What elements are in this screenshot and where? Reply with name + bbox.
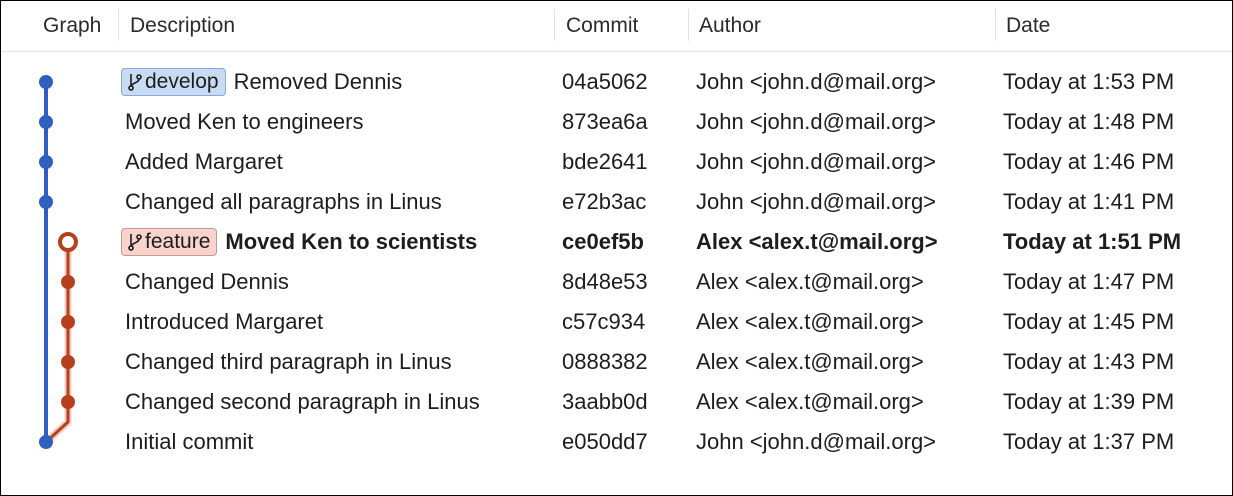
commit-description: Changed all paragraphs in Linus <box>125 182 442 222</box>
column-divider[interactable] <box>688 9 689 41</box>
column-divider[interactable] <box>554 9 555 41</box>
commit-row[interactable]: Changed third paragraph in Linus 0888382 A… <box>1 342 1232 382</box>
commit-author: Alex <alex.t@mail.org> <box>696 229 938 254</box>
commit-description: Added Margaret <box>125 142 283 182</box>
commit-row[interactable]: Introduced Margaret c57c934 Alex <alex.t@m… <box>1 302 1232 342</box>
commit-description: Moved Ken to engineers <box>125 102 364 142</box>
branch-badge-develop[interactable]: develop <box>121 68 226 96</box>
commit-date: Today at 1:47 PM <box>1003 269 1175 294</box>
commit-row[interactable]: Moved Ken to engineers 873ea6a John <john.… <box>1 102 1232 142</box>
column-header-date[interactable]: Date <box>1006 1 1050 51</box>
column-header-author[interactable]: Author <box>699 1 761 51</box>
commit-author: Alex <alex.t@mail.org> <box>696 349 924 374</box>
commit-description: Changed Dennis <box>125 262 289 302</box>
commit-date: Today at 1:37 PM <box>1003 429 1175 454</box>
commit-date: Today at 1:43 PM <box>1003 349 1175 374</box>
commit-row[interactable]: Changed second paragraph in Linus 3aabb0d… <box>1 382 1232 422</box>
commit-author: John <john.d@mail.org> <box>696 69 937 94</box>
commit-description: Changed third paragraph in Linus <box>125 342 452 382</box>
commit-row[interactable]: Added Margaret bde2641 John <john.d@mail.o… <box>1 142 1232 182</box>
commit-hash: e72b3ac <box>562 189 647 214</box>
commit-author: John <john.d@mail.org> <box>696 109 937 134</box>
branch-badge-label: develop <box>145 70 219 93</box>
column-header-bar: Graph Description Commit Author Date <box>1 1 1232 52</box>
commit-hash: 3aabb0d <box>562 389 648 414</box>
commit-hash: e050dd7 <box>562 429 648 454</box>
commit-row[interactable]: feature Moved Ken to scientists ce0ef5b Ale… <box>1 222 1232 262</box>
commit-hash: c57c934 <box>562 309 646 334</box>
commit-description: Introduced Margaret <box>125 302 323 342</box>
branch-icon <box>128 234 142 251</box>
commit-description: Initial commit <box>125 422 253 462</box>
commit-message: Changed third paragraph in Linus <box>125 349 452 374</box>
commit-message: Changed second paragraph in Linus <box>125 389 480 414</box>
commit-row[interactable]: Changed Dennis 8d48e53 Alex <alex.t@mail.o… <box>1 262 1232 302</box>
commit-author: Alex <alex.t@mail.org> <box>696 389 924 414</box>
commit-row[interactable]: Changed all paragraphs in Linus e72b3ac Jo… <box>1 182 1232 222</box>
commit-author: John <john.d@mail.org> <box>696 189 937 214</box>
column-header-commit[interactable]: Commit <box>566 1 638 51</box>
commit-date: Today at 1:46 PM <box>1003 149 1175 174</box>
commit-author: John <john.d@mail.org> <box>696 429 937 454</box>
commit-date: Today at 1:48 PM <box>1003 109 1175 134</box>
commit-message: Changed Dennis <box>125 269 289 294</box>
commit-author: Alex <alex.t@mail.org> <box>696 269 924 294</box>
commit-description: Changed second paragraph in Linus <box>125 382 480 422</box>
commit-hash: 873ea6a <box>562 109 648 134</box>
commit-message: Changed all paragraphs in Linus <box>125 189 442 214</box>
commit-message: Removed Dennis <box>233 69 403 94</box>
commit-author: Alex <alex.t@mail.org> <box>696 309 924 334</box>
commit-date: Today at 1:41 PM <box>1003 189 1175 214</box>
commit-message: Introduced Margaret <box>125 309 324 334</box>
commit-hash: 0888382 <box>562 349 648 374</box>
commit-description: feature Moved Ken to scientists <box>121 222 478 262</box>
commit-date: Today at 1:45 PM <box>1003 309 1175 334</box>
branch-badge-feature[interactable]: feature <box>121 228 218 256</box>
commit-date: Today at 1:39 PM <box>1003 389 1175 414</box>
commit-message: Moved Ken to scientists <box>225 229 478 254</box>
column-header-description[interactable]: Description <box>130 1 235 51</box>
commit-hash: ce0ef5b <box>562 229 644 254</box>
commit-author: John <john.d@mail.org> <box>696 149 937 174</box>
commit-date: Today at 1:53 PM <box>1003 69 1175 94</box>
branch-icon <box>128 74 142 91</box>
commit-date: Today at 1:51 PM <box>1003 229 1182 254</box>
commit-hash: 04a5062 <box>562 69 648 94</box>
commit-row[interactable]: develop Removed Dennis 04a5062 John <john.d… <box>1 62 1232 102</box>
commit-message: Moved Ken to engineers <box>125 109 364 134</box>
branch-badge-label: feature <box>145 230 211 253</box>
commit-hash: bde2641 <box>562 149 648 174</box>
commit-row[interactable]: Initial commit e050dd7 John <john.d@mail.o… <box>1 422 1232 462</box>
commit-message: Initial commit <box>125 429 254 454</box>
commit-history-window: Graph Description Commit Author Date dev… <box>0 0 1233 496</box>
commit-hash: 8d48e53 <box>562 269 648 294</box>
commit-message: Added Margaret <box>125 149 283 174</box>
column-divider[interactable] <box>995 9 996 41</box>
commit-description: develop Removed Dennis <box>121 62 403 102</box>
